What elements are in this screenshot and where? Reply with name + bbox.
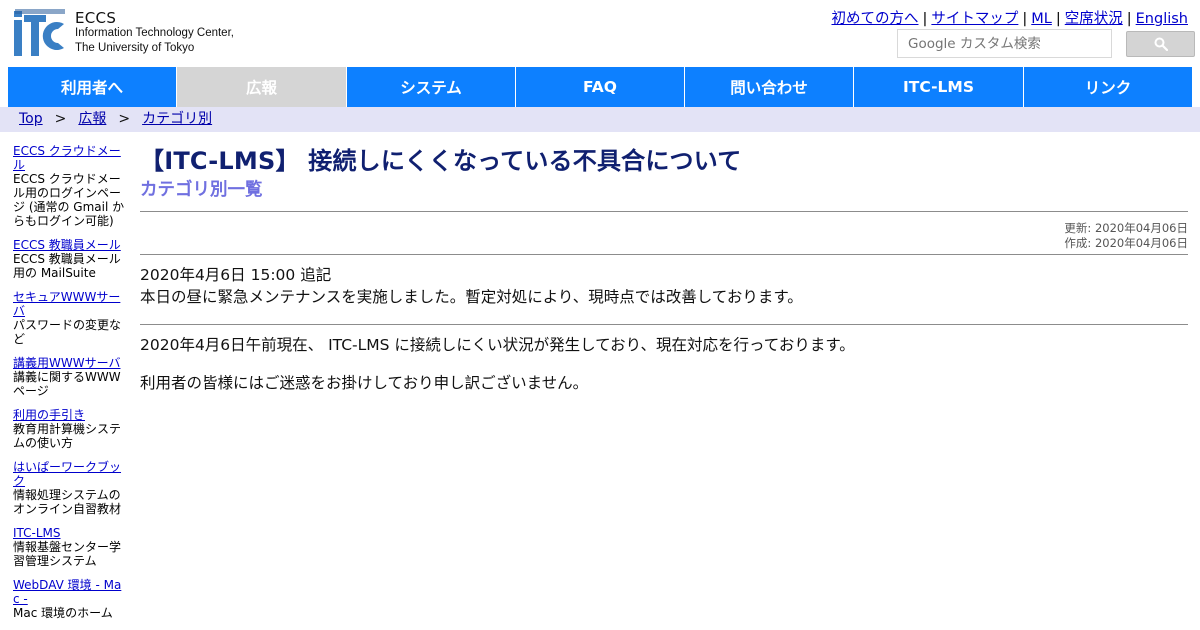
main-nav: 利用者へ 広報 システム FAQ 問い合わせ ITC-LMS リンク bbox=[0, 67, 1200, 107]
link-ml[interactable]: ML bbox=[1031, 11, 1052, 27]
sidebar-link[interactable]: ECCS クラウドメール bbox=[13, 144, 126, 172]
nav-item-faq[interactable]: FAQ bbox=[516, 67, 684, 107]
sidebar-desc: 情報処理システムのオンライン自習教材 bbox=[13, 488, 122, 516]
sidebar-link[interactable]: はいぱーワークブック bbox=[13, 460, 126, 488]
site-header: ECCS Information Technology Center, The … bbox=[0, 0, 1200, 67]
created-date: 作成: 2020年04月06日 bbox=[1064, 236, 1188, 250]
sidebar-desc: 講義に関するWWWページ bbox=[13, 370, 121, 398]
sidebar-item-cloud-mail: ECCS クラウドメール ECCS クラウドメール用のログインページ (通常の … bbox=[13, 144, 126, 228]
sidebar-item-guide: 利用の手引き 教育用計算機システムの使い方 bbox=[13, 408, 126, 450]
sidebar-desc: 情報基盤センター学習管理システム bbox=[13, 540, 122, 568]
link-english[interactable]: English bbox=[1136, 11, 1188, 27]
sidebar-link[interactable]: 利用の手引き bbox=[13, 408, 126, 422]
update-note-heading: 2020年4月6日 15:00 追記 bbox=[140, 266, 332, 284]
sidebar-item-secure-www: セキュアWWWサーバ パスワードの変更など bbox=[13, 290, 126, 346]
sidebar-desc: ECCS クラウドメール用のログインページ (通常の Gmail からもログイン… bbox=[13, 172, 125, 228]
updated-date: 更新: 2020年04月06日 bbox=[1064, 221, 1188, 235]
nav-item-system[interactable]: システム bbox=[347, 67, 515, 107]
category-list-link[interactable]: カテゴリ別一覧 bbox=[140, 178, 263, 202]
link-beginners[interactable]: 初めての方へ bbox=[831, 11, 918, 27]
article-dates: 更新: 2020年04月06日 作成: 2020年04月06日 bbox=[140, 221, 1188, 251]
search-input[interactable] bbox=[898, 30, 1111, 57]
itc-logo-icon bbox=[14, 9, 65, 56]
divider bbox=[140, 324, 1188, 325]
utility-links: 初めての方へ | サイトマップ | ML | 空席状況 | English bbox=[831, 7, 1188, 28]
divider bbox=[140, 211, 1188, 212]
breadcrumb-pr[interactable]: 広報 bbox=[78, 111, 106, 127]
divider bbox=[140, 254, 1188, 255]
breadcrumb-separator: > bbox=[54, 111, 67, 127]
sidebar-link[interactable]: WebDAV 環境 - Mac - bbox=[13, 578, 126, 606]
search-box bbox=[897, 29, 1112, 58]
nav-item-contact[interactable]: 問い合わせ bbox=[685, 67, 853, 107]
sidebar-item-webdav-mac: WebDAV 環境 - Mac - Mac 環境のホーム bbox=[13, 578, 126, 620]
sidebar-desc: パスワードの変更など bbox=[13, 318, 122, 346]
breadcrumb-category[interactable]: カテゴリ別 bbox=[142, 111, 212, 127]
page-title: 【ITC-LMS】 接続しにくくなっている不具合について bbox=[140, 147, 742, 175]
nav-item-users[interactable]: 利用者へ bbox=[8, 67, 176, 107]
separator: | bbox=[1022, 11, 1028, 27]
logo-subtitle-2: The University of Tokyo bbox=[75, 42, 195, 54]
sidebar-item-itc-lms: ITC-LMS 情報基盤センター学習管理システム bbox=[13, 526, 126, 568]
breadcrumb-separator: > bbox=[118, 111, 131, 127]
sidebar-desc: ECCS 教職員メール用の MailSuite bbox=[13, 252, 121, 280]
logo-subtitle-1: Information Technology Center, bbox=[75, 27, 234, 39]
search-button[interactable] bbox=[1126, 31, 1195, 57]
update-note-body: 本日の昼に緊急メンテナンスを実施しました。暫定対処により、現時点では改善しており… bbox=[140, 288, 803, 306]
site-logo[interactable]: ECCS Information Technology Center, The … bbox=[14, 8, 254, 58]
sidebar-item-workbook: はいぱーワークブック 情報処理システムのオンライン自習教材 bbox=[13, 460, 126, 516]
separator: | bbox=[1126, 11, 1132, 27]
link-vacancy[interactable]: 空席状況 bbox=[1065, 11, 1123, 27]
nav-item-pr[interactable]: 広報 bbox=[177, 67, 346, 107]
sidebar-desc: 教育用計算機システムの使い方 bbox=[13, 422, 122, 450]
sidebar-link[interactable]: ITC-LMS bbox=[13, 526, 126, 540]
status-paragraph: 2020年4月6日午前現在、 ITC-LMS に接続しにくい状況が発生しており、… bbox=[140, 336, 855, 354]
breadcrumb-top[interactable]: Top bbox=[19, 111, 43, 127]
main-content: 【ITC-LMS】 接続しにくくなっている不具合について カテゴリ別一覧 更新:… bbox=[140, 144, 1188, 394]
sidebar: ECCS クラウドメール ECCS クラウドメール用のログインページ (通常の … bbox=[13, 144, 126, 630]
logo-name: ECCS bbox=[75, 9, 117, 27]
nav-item-itc-lms[interactable]: ITC-LMS bbox=[854, 67, 1023, 107]
sidebar-link[interactable]: セキュアWWWサーバ bbox=[13, 290, 126, 318]
sidebar-link[interactable]: ECCS 教職員メール bbox=[13, 238, 126, 252]
link-sitemap[interactable]: サイトマップ bbox=[931, 11, 1018, 27]
sidebar-item-lecture-www: 講義用WWWサーバ 講義に関するWWWページ bbox=[13, 356, 126, 398]
breadcrumb: Top > 広報 > カテゴリ別 bbox=[0, 107, 1200, 132]
sidebar-item-staff-mail: ECCS 教職員メール ECCS 教職員メール用の MailSuite bbox=[13, 238, 126, 280]
nav-item-links[interactable]: リンク bbox=[1024, 67, 1192, 107]
sidebar-link[interactable]: 講義用WWWサーバ bbox=[13, 356, 126, 370]
sidebar-desc: Mac 環境のホーム bbox=[13, 606, 113, 620]
separator: | bbox=[922, 11, 928, 27]
separator: | bbox=[1055, 11, 1061, 27]
search-icon bbox=[1154, 37, 1168, 51]
apology-paragraph: 利用者の皆様にはご迷惑をお掛けしており申し訳ございません。 bbox=[140, 374, 589, 392]
